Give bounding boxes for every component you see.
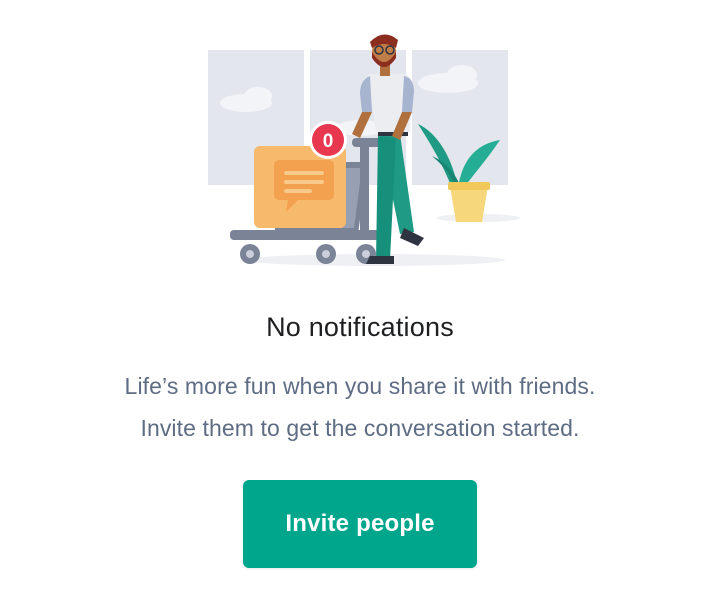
empty-state-description-line-1: Life’s more fun when you share it with f… xyxy=(124,373,596,399)
empty-state-description-line-2: Invite them to get the conversation star… xyxy=(140,415,580,441)
invite-people-button[interactable]: Invite people xyxy=(243,480,477,568)
notification-badge-icon: 0 xyxy=(309,121,347,159)
notifications-empty-state: 0 No notifications Life’s more fun when … xyxy=(0,0,720,600)
empty-state-illustration: 0 xyxy=(200,28,530,278)
notification-badge-count: 0 xyxy=(323,131,334,152)
empty-state-title: No notifications xyxy=(266,312,454,342)
